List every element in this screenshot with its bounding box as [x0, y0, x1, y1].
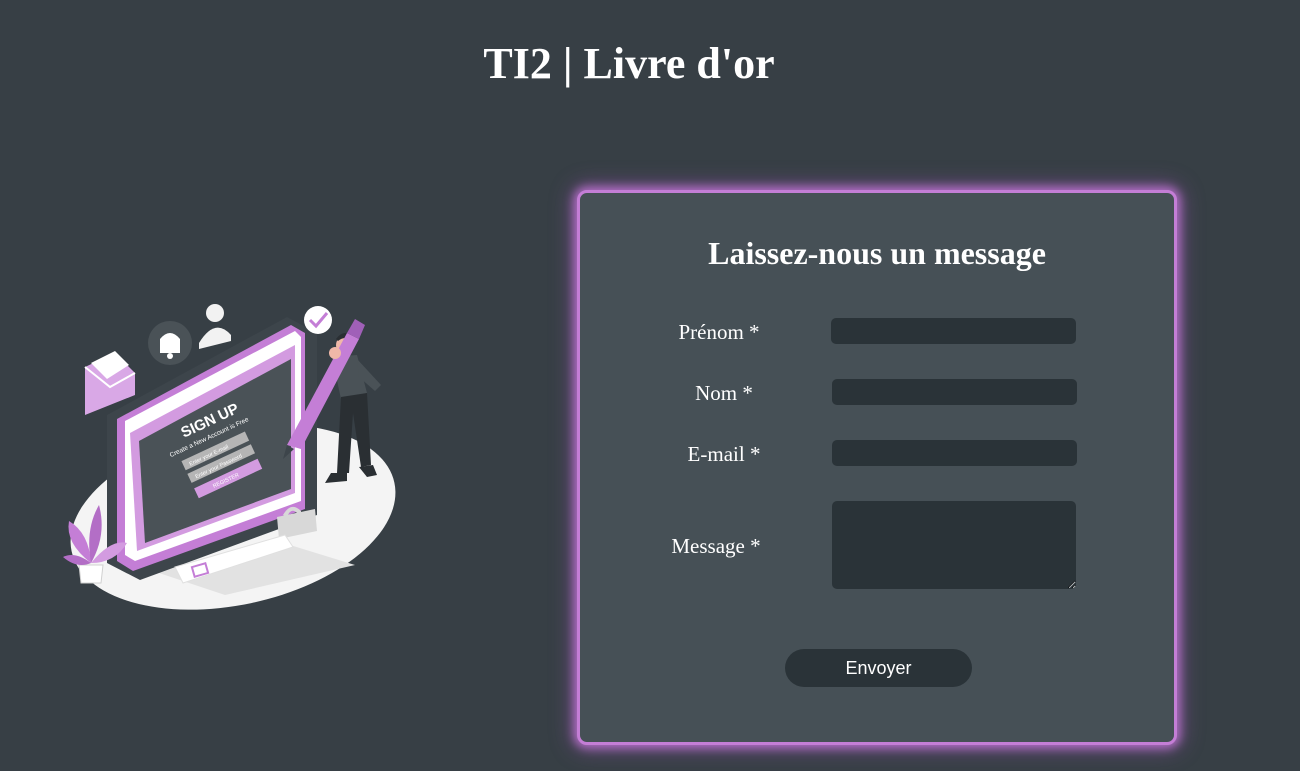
email-label: E-mail *: [687, 442, 761, 466]
prenom-input[interactable]: [831, 318, 1076, 344]
checkmark-icon: [304, 306, 332, 334]
person-hand: [329, 347, 341, 359]
prenom-label: Prénom *: [678, 320, 760, 344]
email-input[interactable]: [832, 440, 1077, 466]
nom-label: Nom *: [695, 381, 753, 405]
signup-illustration: SIGN UP Create a New Account is Free Ent…: [63, 304, 396, 610]
nom-input[interactable]: [832, 379, 1077, 405]
message-label: Message *: [671, 534, 761, 558]
bell-icon: [148, 321, 192, 365]
user-icon: [199, 304, 231, 349]
submit-button[interactable]: Envoyer: [785, 649, 972, 687]
page-title: TI2 | Livre d'or: [483, 39, 775, 88]
message-form-card: Laissez-nous un message Prénom * Nom * E…: [577, 190, 1177, 745]
form-heading: Laissez-nous un message: [708, 235, 1046, 271]
message-textarea[interactable]: [832, 501, 1076, 589]
